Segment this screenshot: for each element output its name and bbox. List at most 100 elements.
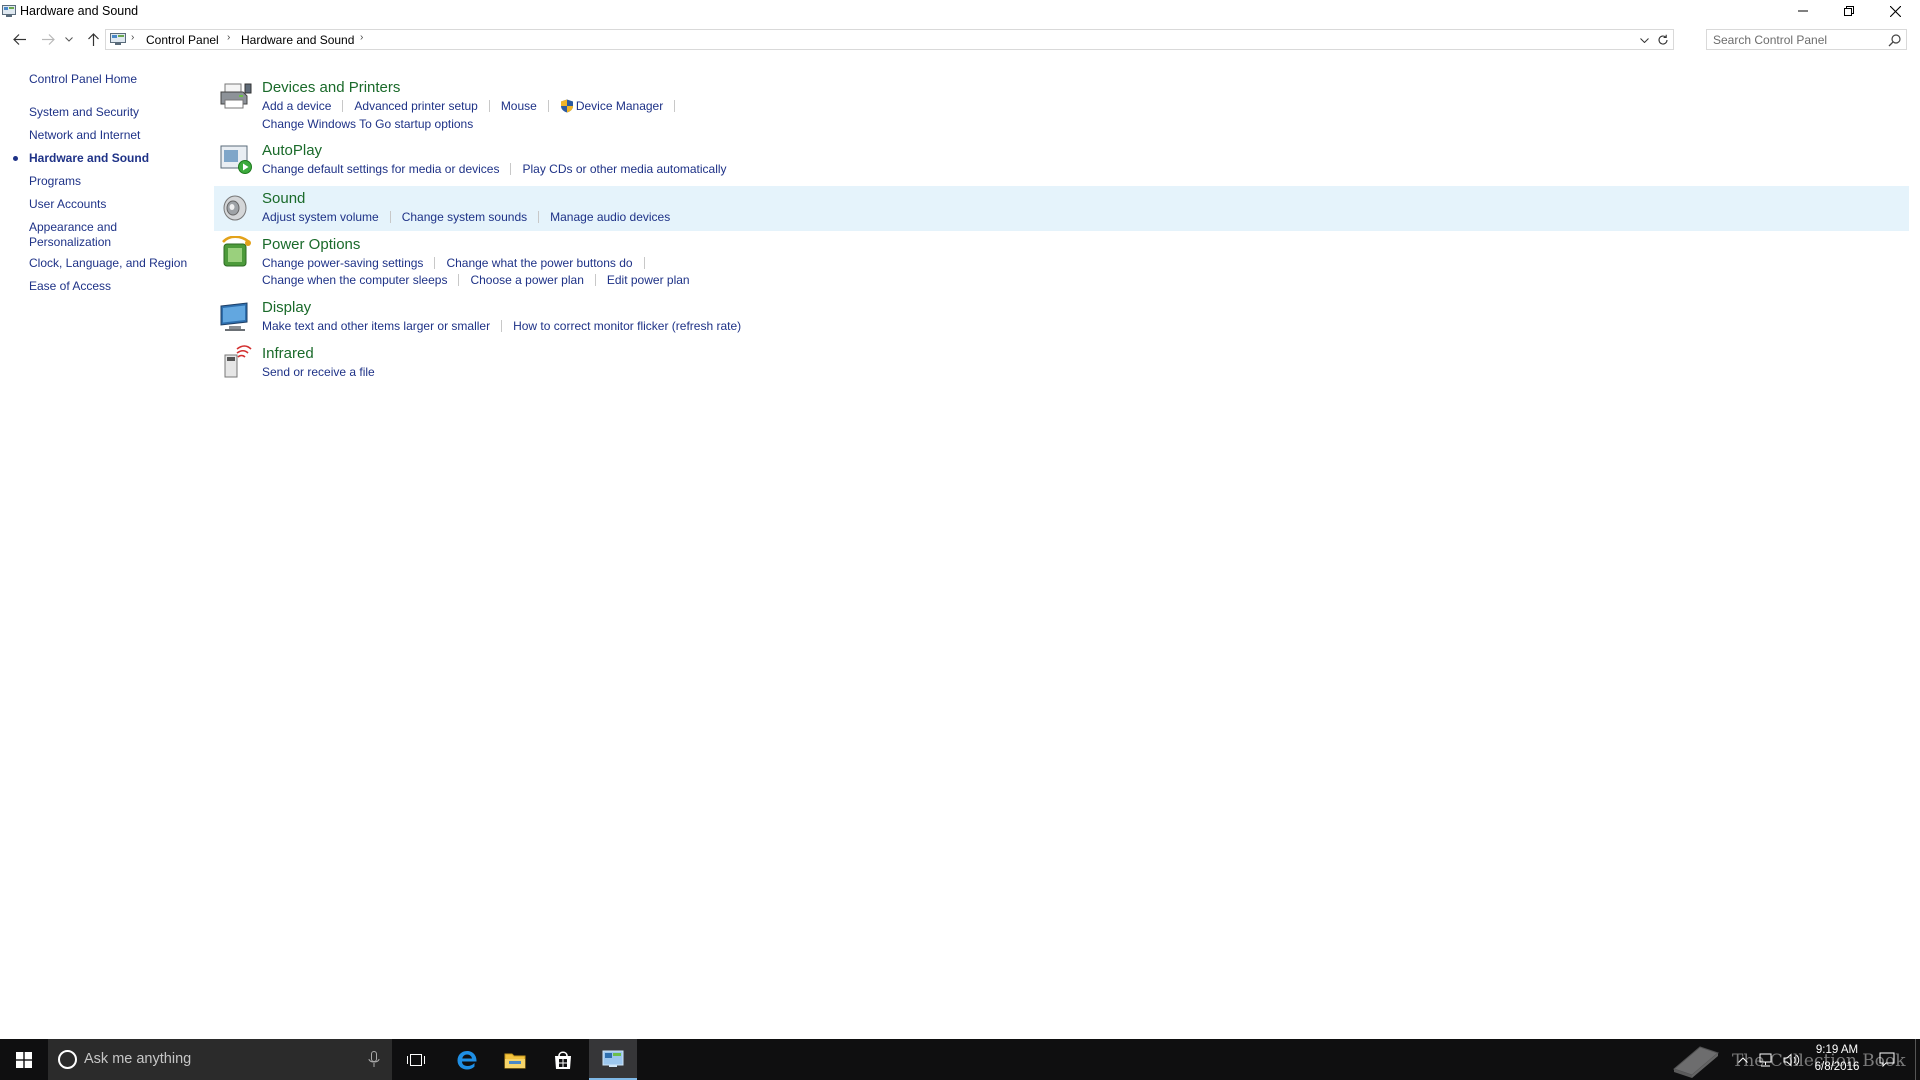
- make-text-larger-or-smaller-link[interactable]: Make text and other items larger or smal…: [262, 319, 490, 334]
- taskbar-file-explorer-button[interactable]: [491, 1039, 539, 1080]
- breadcrumb-hardware-and-sound[interactable]: Hardware and Sound: [241, 33, 354, 47]
- control-panel-icon: [110, 33, 126, 45]
- current-page-bullet: [13, 156, 18, 161]
- category-sound[interactable]: Sound Adjust system volume Change system…: [214, 186, 1909, 231]
- speaker-icon: [223, 195, 247, 221]
- restore-button[interactable]: [1827, 0, 1871, 22]
- search-box[interactable]: [1706, 29, 1907, 50]
- infrared-tasks-row-1: Send or receive a file: [262, 364, 375, 380]
- shield-icon: [560, 99, 573, 113]
- category-infrared: Infrared Send or receive a file: [215, 341, 1910, 385]
- chevron-right-icon[interactable]: ›: [360, 32, 363, 43]
- change-when-computer-sleeps-link[interactable]: Change when the computer sleeps: [262, 273, 447, 288]
- taskbar-store-button[interactable]: [539, 1039, 587, 1080]
- mouse-link[interactable]: Mouse: [501, 99, 537, 114]
- sidebar-item-hardware-and-sound[interactable]: Hardware and Sound: [29, 151, 189, 166]
- start-button[interactable]: [0, 1039, 48, 1080]
- printer-icon: [220, 83, 252, 109]
- change-windows-to-go-startup-options-link[interactable]: Change Windows To Go startup options: [262, 117, 473, 132]
- sidebar-item-programs[interactable]: Programs: [29, 174, 189, 189]
- taskbar-edge-button[interactable]: [443, 1039, 491, 1080]
- address-bar[interactable]: › Control Panel › Hardware and Sound ›: [105, 29, 1674, 50]
- chevron-right-icon[interactable]: ›: [227, 32, 230, 43]
- control-panel-window: Hardware and Sound › Control Panel › Har…: [0, 0, 1920, 1039]
- power-options-link[interactable]: Power Options: [262, 236, 360, 254]
- manage-audio-devices-link[interactable]: Manage audio devices: [550, 210, 670, 225]
- device-manager-link[interactable]: Device Manager: [560, 99, 663, 114]
- power-options-tasks-row-2: Change when the computer sleeps Choose a…: [262, 272, 690, 288]
- chevron-up-icon: [1738, 1056, 1748, 1063]
- edit-power-plan-link[interactable]: Edit power plan: [607, 273, 690, 288]
- devices-and-printers-link[interactable]: Devices and Printers: [262, 79, 400, 97]
- show-hidden-icons-button[interactable]: [1734, 1039, 1752, 1080]
- cortana-search-placeholder: Ask me anything: [84, 1051, 192, 1067]
- choose-a-power-plan-link[interactable]: Choose a power plan: [470, 273, 583, 288]
- category-devices-and-printers: Devices and Printers Add a device Advanc…: [215, 74, 1910, 134]
- link-separator: [342, 100, 344, 112]
- sidebar-item-network-and-internet[interactable]: Network and Internet: [29, 128, 189, 143]
- play-cds-automatically-link[interactable]: Play CDs or other media automatically: [522, 162, 726, 177]
- windows-logo-icon: [16, 1051, 32, 1068]
- back-button[interactable]: [8, 27, 30, 51]
- control-panel-icon: [602, 1050, 624, 1067]
- display-link[interactable]: Display: [262, 299, 311, 317]
- taskbar-clock-time[interactable]: 9:19 AM: [1810, 1044, 1864, 1056]
- sidebar-item-appearance-and-personalization[interactable]: Appearance and Personalization: [29, 220, 129, 250]
- sidebar-item-ease-of-access[interactable]: Ease of Access: [29, 279, 189, 294]
- change-system-sounds-link[interactable]: Change system sounds: [402, 210, 527, 225]
- sidebar-item-control-panel-home[interactable]: Control Panel Home: [29, 72, 189, 87]
- sidebar-item-system-and-security[interactable]: System and Security: [29, 105, 189, 120]
- autoplay-tasks-row-1: Change default settings for media or dev…: [262, 161, 727, 177]
- device-manager-label: Device Manager: [575, 98, 664, 113]
- show-desktop-button[interactable]: [1915, 1039, 1920, 1080]
- arrow-left-icon: [12, 33, 26, 45]
- microphone-icon[interactable]: [368, 1051, 380, 1068]
- change-what-power-buttons-do-link[interactable]: Change what the power buttons do: [446, 256, 632, 271]
- search-input[interactable]: [1713, 32, 1883, 47]
- breadcrumb-control-panel[interactable]: Control Panel: [146, 33, 219, 47]
- change-power-saving-settings-link[interactable]: Change power-saving settings: [262, 256, 423, 271]
- taskbar-control-panel-button[interactable]: [589, 1039, 637, 1080]
- notification-icon: [1879, 1052, 1895, 1067]
- minimize-icon: [1798, 10, 1808, 12]
- action-center-button[interactable]: [1874, 1039, 1900, 1080]
- title-bar[interactable]: Hardware and Sound: [0, 0, 1920, 24]
- network-button[interactable]: [1755, 1039, 1777, 1080]
- forward-button[interactable]: [37, 27, 59, 51]
- correct-monitor-flicker-link[interactable]: How to correct monitor flicker (refresh …: [513, 319, 741, 334]
- sidebar-item-user-accounts[interactable]: User Accounts: [29, 197, 189, 212]
- adjust-system-volume-link[interactable]: Adjust system volume: [262, 210, 379, 225]
- network-icon: [1759, 1053, 1772, 1066]
- search-icon[interactable]: [1888, 33, 1902, 47]
- link-separator: [594, 274, 596, 286]
- advanced-printer-setup-link[interactable]: Advanced printer setup: [354, 99, 477, 114]
- infrared-icon: [224, 345, 252, 378]
- volume-button[interactable]: [1780, 1039, 1804, 1080]
- autoplay-link[interactable]: AutoPlay: [262, 142, 322, 160]
- close-button[interactable]: [1873, 0, 1917, 22]
- link-separator: [501, 320, 503, 332]
- refresh-button[interactable]: [1655, 32, 1671, 48]
- taskbar-clock-date[interactable]: 6/8/2016: [1810, 1061, 1864, 1073]
- change-default-settings-for-media-link[interactable]: Change default settings for media or dev…: [262, 162, 499, 177]
- cortana-search-box[interactable]: Ask me anything: [48, 1039, 392, 1080]
- close-icon: [1889, 5, 1901, 17]
- send-or-receive-a-file-link[interactable]: Send or receive a file: [262, 365, 375, 380]
- task-view-button[interactable]: [392, 1039, 440, 1080]
- sound-link[interactable]: Sound: [262, 190, 305, 208]
- chevron-right-icon[interactable]: ›: [131, 32, 134, 43]
- sidebar-item-clock-language-and-region[interactable]: Clock, Language, and Region: [29, 256, 189, 271]
- refresh-icon: [1658, 34, 1668, 45]
- address-dropdown-button[interactable]: [1637, 33, 1651, 47]
- folder-icon: [504, 1053, 526, 1068]
- chevron-down-icon: [1639, 37, 1649, 43]
- add-a-device-link[interactable]: Add a device: [262, 99, 331, 114]
- up-button[interactable]: [82, 27, 104, 51]
- recent-locations-button[interactable]: [62, 27, 76, 51]
- link-separator: [434, 257, 436, 269]
- infrared-link[interactable]: Infrared: [262, 345, 314, 363]
- category-power-options: Power Options Change power-saving settin…: [215, 232, 1910, 292]
- display-tasks-row-1: Make text and other items larger or smal…: [262, 318, 741, 334]
- minimize-button[interactable]: [1781, 0, 1825, 22]
- link-separator: [547, 100, 549, 112]
